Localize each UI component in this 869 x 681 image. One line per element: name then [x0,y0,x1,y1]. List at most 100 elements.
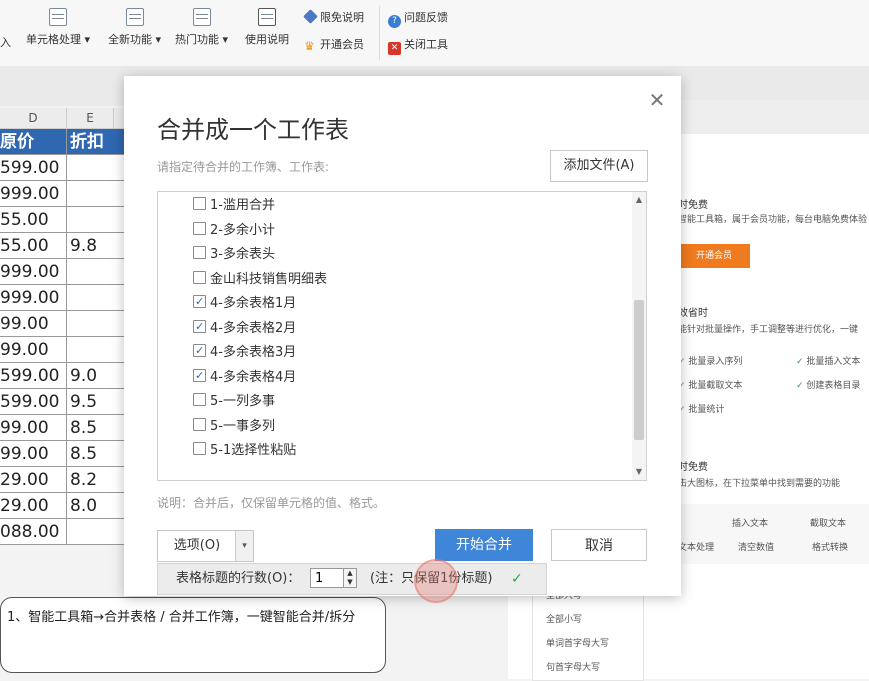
manual-button[interactable]: 使用说明 [245,8,289,47]
cell-processing-button[interactable]: 单元格处理 ▾ [26,8,90,47]
format-convert-tool[interactable]: 格式转换 [812,540,848,553]
sheet-list-item[interactable]: 4-多余表格2月 [193,317,296,339]
chevron-down-icon[interactable]: ▾ [235,531,253,561]
sheet-list-item[interactable]: 5-一列多事 [193,392,275,412]
decrement-icon[interactable]: ▼ [347,578,352,586]
price-cell[interactable]: 29.00 [0,493,67,519]
price-cell[interactable]: 088.00 [0,519,67,545]
sheet-list-item[interactable]: 4-多余表格1月 [193,292,297,314]
limit-free-link[interactable]: 限免说明 [303,9,364,27]
cancel-button[interactable]: 取消 [551,529,647,561]
price-cell[interactable]: 999.00 [0,181,67,207]
close-icon[interactable]: ✕ [647,90,667,110]
price-cell[interactable]: 999.00 [0,259,67,285]
extract-text-tool[interactable]: 截取文本 [810,516,846,529]
price-cell[interactable]: 599.00 [0,389,67,415]
price-cell[interactable]: 599.00 [0,363,67,389]
checkbox[interactable] [193,292,206,312]
options-button[interactable]: 选项(O) ▾ [157,530,254,562]
close-tool-link[interactable]: ✕ 关闭工具 [388,36,448,55]
discount-cell[interactable]: 8.2 [67,467,128,493]
feedback-link[interactable]: ? 问题反馈 [388,9,448,28]
sheet-list-item-label: 2-多余小计 [210,222,275,238]
price-cell[interactable]: 99.00 [0,415,67,441]
discount-cell[interactable] [67,181,128,207]
title-rows-input[interactable] [310,568,344,588]
sheet-list-item[interactable]: 5-1选择性粘贴 [193,441,296,461]
text-process-tool[interactable]: 文本处理 [678,540,714,553]
add-file-button[interactable]: 添加文件(A) [550,150,648,182]
checkbox[interactable] [193,442,206,455]
discount-cell[interactable]: 9.5 [67,389,128,415]
checkbox[interactable] [193,197,206,210]
discount-cell[interactable]: 9.8 [67,233,128,259]
checkbox[interactable] [193,270,206,284]
sheet-list-item[interactable]: 1-滥用合并 [193,196,275,216]
menu-item-lowercase[interactable]: 全部小写 [546,612,582,625]
clear-values-tool[interactable]: 清空数值 [738,540,774,553]
menu-item-sentence-capital[interactable]: 句首字母大写 [546,660,600,673]
close-icon: ✕ [388,42,401,55]
discount-cell[interactable] [67,155,128,181]
open-vip-button[interactable]: 开通会员 [678,244,750,268]
sheet-list-item-label: 5-1选择性粘贴 [210,443,297,458]
sheet-list-item[interactable]: 4-多余表格4月 [193,366,296,388]
dialog-note: 说明：合并后，仅保留单元格的值、格式。 [157,496,386,510]
price-cell[interactable]: 999.00 [0,285,67,311]
sheet-list-item-label: 金山科技销售明细表 [210,271,328,287]
discount-cell[interactable]: 8.5 [67,415,128,441]
discount-cell[interactable] [67,207,128,233]
sheet-list-item-label: 4-多余表格1月 [210,296,297,311]
menu-item-word-capital[interactable]: 单词首字母大写 [546,636,609,649]
start-merge-button[interactable]: 开始合并 [435,529,533,561]
discount-cell[interactable]: 8.0 [67,493,128,519]
sheet-list-item[interactable]: 金山科技销售明细表 [193,270,327,290]
title-rows-stepper[interactable]: ▲ ▼ [344,568,357,588]
cell-grid-icon [49,8,68,26]
sheet-list-item[interactable]: 5-一事多列 [193,417,275,437]
chevron-down-icon: ▾ [81,33,91,46]
discount-cell[interactable] [67,337,128,363]
section-howto-title: 时免费 [678,462,708,473]
sheet-list[interactable]: 1-滥用合并 2-多余小计 3-多余表头金山科技销售明细表 4-多余表格1月 4-多余表… [157,191,647,481]
column-header-e[interactable]: E [67,108,114,128]
checkbox[interactable] [193,246,206,259]
sheet-list-item[interactable]: 2-多余小计 [193,221,275,241]
scroll-up-icon[interactable]: ▲ [634,195,644,205]
discount-cell[interactable]: 8.5 [67,441,128,467]
sheet-list-item[interactable]: 3-多余表头 [193,245,275,265]
price-cell[interactable]: 99.00 [0,337,67,363]
increment-icon[interactable]: ▲ [347,569,352,577]
open-vip-link[interactable]: ♛ 开通会员 [304,36,364,54]
checkbox[interactable] [193,221,206,235]
scroll-down-icon[interactable]: ▼ [634,467,644,477]
price-cell[interactable]: 599.00 [0,155,67,181]
price-cell[interactable]: 55.00 [0,207,67,233]
ribbon-insert-label[interactable]: 入 [0,34,11,52]
header-cell-price[interactable]: 原价 [0,129,67,155]
discount-cell[interactable]: 9.0 [67,363,128,389]
discount-cell[interactable] [67,259,128,285]
column-header-d[interactable]: D [0,108,67,128]
price-cell[interactable]: 99.00 [0,441,67,467]
checkbox[interactable] [193,317,206,337]
checkbox[interactable] [193,393,206,406]
price-cell[interactable]: 29.00 [0,467,67,493]
limit-free-label: 限免说明 [320,11,364,24]
list-scrollbar[interactable]: ▲ ▼ [632,192,646,480]
sheet-list-item[interactable]: 4-多余表格3月 [193,341,296,363]
checkbox[interactable] [193,417,206,431]
discount-cell[interactable] [67,519,128,545]
checkbox[interactable] [193,341,206,361]
click-indicator [414,559,458,603]
price-cell[interactable]: 99.00 [0,311,67,337]
insert-text-tool[interactable]: 插入文本 [732,516,768,529]
checkbox[interactable] [193,366,206,386]
header-cell-discount[interactable]: 折扣 [67,129,128,155]
new-feature-button[interactable]: 全新功能 ▾ [108,8,161,47]
scrollbar-thumb[interactable] [634,300,644,440]
discount-cell[interactable] [67,285,128,311]
discount-cell[interactable] [67,311,128,337]
price-cell[interactable]: 55.00 [0,233,67,259]
hot-feature-button[interactable]: 热门功能 ▾ [175,8,228,47]
